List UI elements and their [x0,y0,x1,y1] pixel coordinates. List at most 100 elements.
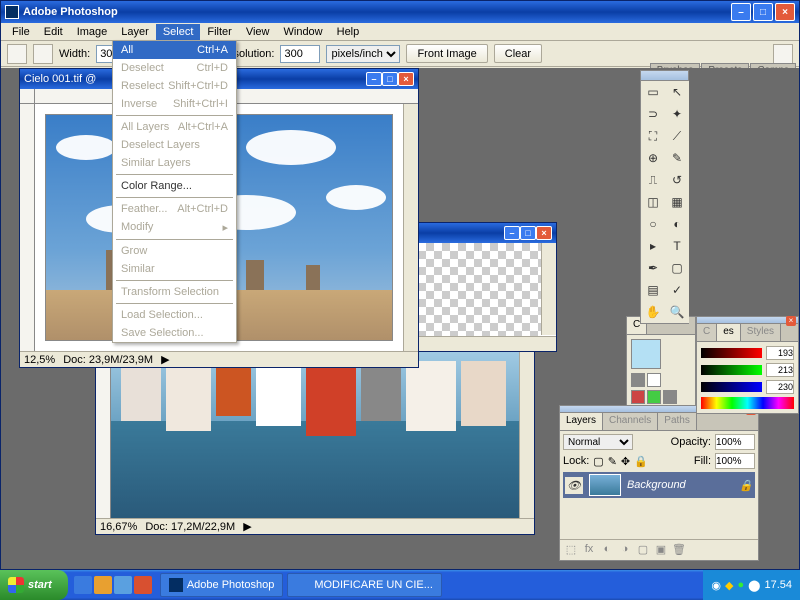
doc-minimize-button[interactable]: – [366,72,382,86]
doc-close-button[interactable]: × [536,226,552,240]
visibility-icon[interactable]: 👁 [565,477,583,494]
slice-tool-icon[interactable]: ⟋ [665,125,689,147]
panel-tab[interactable]: C [697,324,717,341]
desktop-icon[interactable] [114,576,132,594]
history-brush-icon[interactable]: ↺ [665,169,689,191]
tool-preset-icon[interactable] [7,44,27,64]
ie-icon[interactable] [74,576,92,594]
eraser-tool-icon[interactable]: ◫ [641,191,665,213]
app-icon[interactable] [134,576,152,594]
lock-brush-icon[interactable]: ✎ [608,455,617,468]
canvas[interactable] [418,243,541,336]
dodge-tool-icon[interactable]: ◐ [665,213,689,235]
panel-tab[interactable]: Channels [603,413,658,430]
path-tool-icon[interactable]: ▸ [641,235,665,257]
panel-tab[interactable]: Styles [741,324,781,341]
layers-panel[interactable]: × LayersChannelsPaths Normal Opacity: Lo… [559,405,759,561]
brush-tool-icon[interactable]: ✎ [665,147,689,169]
pen-tool-icon[interactable]: ✒ [641,257,665,279]
doc-maximize-button[interactable]: □ [520,226,536,240]
menu-filter[interactable]: Filter [200,24,238,40]
zoom-tool-icon[interactable]: 🔍 [665,301,689,323]
tray-icon[interactable]: ⬤ [748,579,760,592]
heal-tool-icon[interactable]: ⊕ [641,147,665,169]
stamp-tool-icon[interactable]: ⎍ [641,169,665,191]
doc-close-button[interactable]: × [398,72,414,86]
adjustment-icon[interactable]: ◑ [617,543,633,557]
document-window-3[interactable]: – □ × [417,222,557,352]
panel-close-icon[interactable]: × [786,316,796,326]
marquee-tool-icon[interactable]: ▭ [641,81,665,103]
panel-tab[interactable]: Paths [658,413,697,430]
zoom-level[interactable]: 12,5% [24,354,55,366]
menu-help[interactable]: Help [330,24,367,40]
crop-mode-icon[interactable] [33,44,53,64]
tray-icon[interactable]: ◉ [711,579,721,592]
taskbar-item[interactable]: Adobe Photoshop [160,573,283,597]
resolution-input[interactable] [280,45,320,63]
color-panel[interactable]: × CesStyles [696,316,799,414]
resolution-unit[interactable]: pixels/inch [326,45,400,63]
swatch-icon[interactable] [647,390,661,404]
r-value[interactable] [766,346,794,360]
b-slider[interactable] [701,382,762,392]
mode-icon[interactable] [631,373,645,387]
shape-tool-icon[interactable]: ▢ [665,257,689,279]
scrollbar-vertical[interactable] [403,104,418,351]
notes-tool-icon[interactable]: ▤ [641,279,665,301]
close-button[interactable]: × [775,3,795,21]
menu-file[interactable]: File [5,24,37,40]
tray-icon[interactable]: ● [738,579,745,591]
tray-icon[interactable]: ◆ [725,579,733,592]
scrollbar-vertical[interactable] [541,243,556,335]
swatch-icon[interactable] [631,390,645,404]
panel-tab[interactable]: es [717,324,741,341]
foreground-swatch[interactable] [631,339,661,369]
mode-icon[interactable] [647,373,661,387]
crop-tool-icon[interactable]: ⛶ [641,125,665,147]
mask-icon[interactable]: ◐ [599,543,615,557]
blur-tool-icon[interactable]: ○ [641,213,665,235]
app-titlebar[interactable]: Adobe Photoshop – □ × [1,1,799,23]
link-icon[interactable]: ⬚ [563,543,579,557]
doc-maximize-button[interactable]: □ [382,72,398,86]
menu-view[interactable]: View [239,24,277,40]
menu-layer[interactable]: Layer [114,24,156,40]
r-slider[interactable] [701,348,762,358]
menu-item[interactable]: Color Range... [113,177,236,195]
lock-all-icon[interactable]: 🔒 [634,455,648,468]
wand-tool-icon[interactable]: ✦ [665,103,689,125]
hand-tool-icon[interactable]: ✋ [641,301,665,323]
menu-edit[interactable]: Edit [37,24,70,40]
toolbox[interactable]: ▭ ↖ ⊃ ✦ ⛶ ⟋ ⊕ ✎ ⎍ ↺ ◫ ▦ ○ ◐ ▸ T ✒ ▢ ▤ ✓ … [640,70,689,324]
g-value[interactable] [766,363,794,377]
doc-minimize-button[interactable]: – [504,226,520,240]
swatch-panel[interactable]: C [626,316,696,406]
lock-move-icon[interactable]: ✥ [621,455,630,468]
folder-icon[interactable]: ▢ [635,543,651,557]
toolbox-grip[interactable] [641,71,688,81]
move-tool-icon[interactable]: ↖ [665,81,689,103]
fill-input[interactable] [715,453,755,469]
minimize-button[interactable]: – [731,3,751,21]
front-image-button[interactable]: Front Image [406,44,487,63]
clock[interactable]: 17.54 [764,579,792,591]
b-value[interactable] [766,380,794,394]
maximize-button[interactable]: □ [753,3,773,21]
scrollbar-horizontal[interactable] [418,336,556,351]
lasso-tool-icon[interactable]: ⊃ [641,103,665,125]
palette-toggle-icon[interactable] [773,44,793,64]
opacity-input[interactable] [715,434,755,450]
panel-tab[interactable]: Layers [560,413,603,430]
scrollbar-vertical[interactable] [519,341,534,518]
fx-icon[interactable]: fx [581,543,597,557]
g-slider[interactable] [701,365,762,375]
mail-icon[interactable] [94,576,112,594]
lock-transparency-icon[interactable]: ▢ [593,455,603,468]
eyedropper-tool-icon[interactable]: ✓ [665,279,689,301]
document-titlebar[interactable]: – □ × [418,223,556,243]
layer-row[interactable]: 👁 Background 🔒 [563,472,755,498]
hue-ramp[interactable] [701,397,794,409]
menu-select[interactable]: Select [156,24,201,40]
swatch-icon[interactable] [663,390,677,404]
